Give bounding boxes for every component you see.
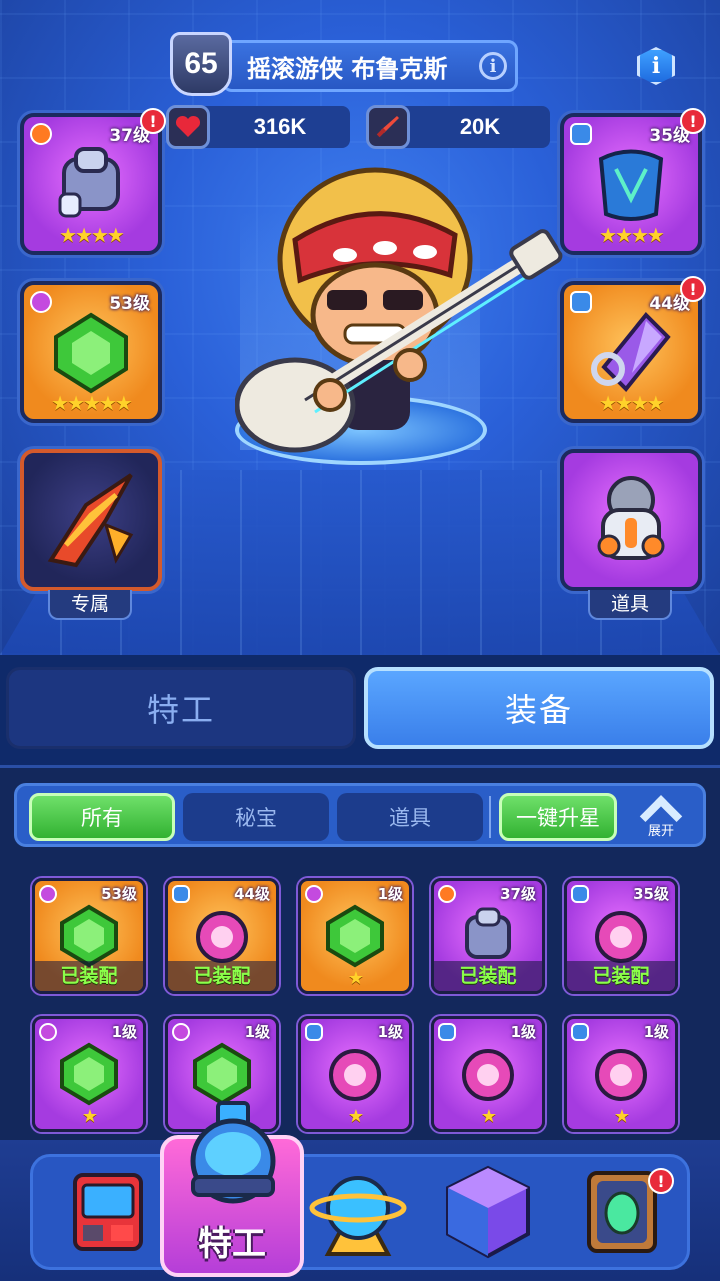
tab-equipment[interactable]: 装备 (364, 667, 714, 749)
hp-stat: 316K (166, 105, 350, 149)
main-tabs: 特工 装备 (0, 655, 720, 765)
gear-item-icon (462, 1049, 514, 1101)
one-click-upgrade-button[interactable]: 一键升星 (499, 793, 617, 841)
bottom-nav: 特工 ! (0, 1101, 720, 1281)
inventory-card[interactable]: 1级★ (431, 1016, 545, 1132)
cube-icon (446, 1165, 530, 1259)
info-button[interactable]: i (637, 47, 675, 85)
alert-badge: ! (680, 108, 706, 134)
star-rating: ★★★★ (599, 391, 665, 415)
star-rating: ★★★★ (59, 223, 125, 247)
star-rating: ★ (347, 968, 364, 989)
hero-name-bar: 摇滚游侠 布鲁克斯 i (222, 40, 518, 92)
inventory-card[interactable]: 37级 已装配 (431, 878, 545, 994)
hero-panel: 65 摇滚游侠 布鲁克斯 i i 316K 20K 37级 ★★★★ ! 53级 (0, 0, 720, 655)
gear-item-icon (595, 1049, 647, 1101)
slot-armor[interactable]: 37级 ★★★★ (20, 113, 162, 255)
agent-icon (190, 1101, 276, 1204)
inventory-card[interactable]: 44级 已装配 (165, 878, 279, 994)
exclusive-label: 专属 (48, 590, 132, 620)
crystal-icon (591, 312, 671, 392)
slot-item[interactable] (560, 449, 702, 591)
filter-bar: 所有 秘宝 道具 一键升星 展开 (14, 783, 706, 847)
inventory-card[interactable]: 1级★ (32, 1016, 146, 1132)
nav-agent-label: 特工 (198, 1224, 266, 1264)
star-rating: ★ (81, 1106, 98, 1127)
planet-icon (309, 1176, 407, 1256)
hero-info-icon[interactable]: i (479, 52, 507, 80)
armor-icon (58, 147, 120, 218)
equipped-label: 已装配 (35, 961, 143, 991)
slot-crystal[interactable]: 44级 ★★★★ (560, 281, 702, 423)
star-rating: ★ (613, 1106, 630, 1127)
gem-icon (326, 904, 384, 968)
item-label: 道具 (588, 590, 672, 620)
alert-badge: ! (648, 1168, 674, 1194)
filter-item[interactable]: 道具 (337, 793, 483, 841)
inventory-card[interactable]: 53级 已装配 (32, 878, 146, 994)
nav-cube[interactable] (438, 1162, 538, 1262)
inventory-card[interactable]: 1级★ (298, 878, 412, 994)
attack-value: 20K (459, 114, 501, 139)
star-rating: ★★★★ (599, 223, 665, 247)
arcade-icon (73, 1173, 143, 1251)
divider (489, 796, 491, 838)
inventory-card[interactable]: 1级★ (564, 1016, 678, 1132)
hero-name: 摇滚游侠 布鲁克斯 (247, 54, 448, 83)
nav-agent[interactable]: 特工 (160, 1101, 304, 1277)
nav-planet[interactable] (308, 1162, 408, 1262)
inventory-card[interactable]: 1级★ (298, 1016, 412, 1132)
green-gem-icon (54, 312, 128, 394)
gem-icon (60, 1042, 118, 1106)
hero-level-badge: 65 (170, 32, 232, 96)
inventory-panel: 所有 秘宝 道具 一键升星 展开 53级 已装配 44级 已装配 1级 ★ 37级 已装配 35… (0, 765, 720, 1140)
star-rating: ★ (480, 1106, 497, 1127)
robot-item-icon (597, 476, 665, 560)
sword-icon (366, 105, 410, 149)
hero-character[interactable] (235, 160, 565, 490)
heart-icon (166, 105, 210, 149)
inventory-card[interactable]: 35级 已装配 (564, 878, 678, 994)
equipped-label: 已装配 (168, 961, 276, 991)
equipped-label: 已装配 (434, 961, 542, 991)
equipped-label: 已装配 (567, 961, 675, 991)
tab-agent[interactable]: 特工 (6, 667, 356, 749)
slot-gem[interactable]: 53级 ★★★★★ (20, 281, 162, 423)
cloak-icon (598, 149, 664, 221)
alert-badge: ! (680, 276, 706, 302)
star-rating: ★ (347, 1106, 364, 1127)
slot-exclusive[interactable] (20, 449, 162, 591)
hero-level: 65 (184, 47, 218, 80)
filter-all[interactable]: 所有 (29, 793, 175, 841)
nav-arcade[interactable] (58, 1162, 158, 1262)
star-rating: ★★★★★ (51, 391, 133, 415)
hp-value: 316K (253, 114, 307, 139)
alert-badge: ! (140, 108, 166, 134)
attack-stat: 20K (366, 105, 550, 149)
gear-item-icon (329, 1049, 381, 1101)
filter-secret[interactable]: 秘宝 (183, 793, 329, 841)
slot-cloak[interactable]: 35级 ★★★★ (560, 113, 702, 255)
guitar-weapon-icon (47, 473, 134, 568)
expand-button[interactable]: 展开 (633, 790, 689, 842)
